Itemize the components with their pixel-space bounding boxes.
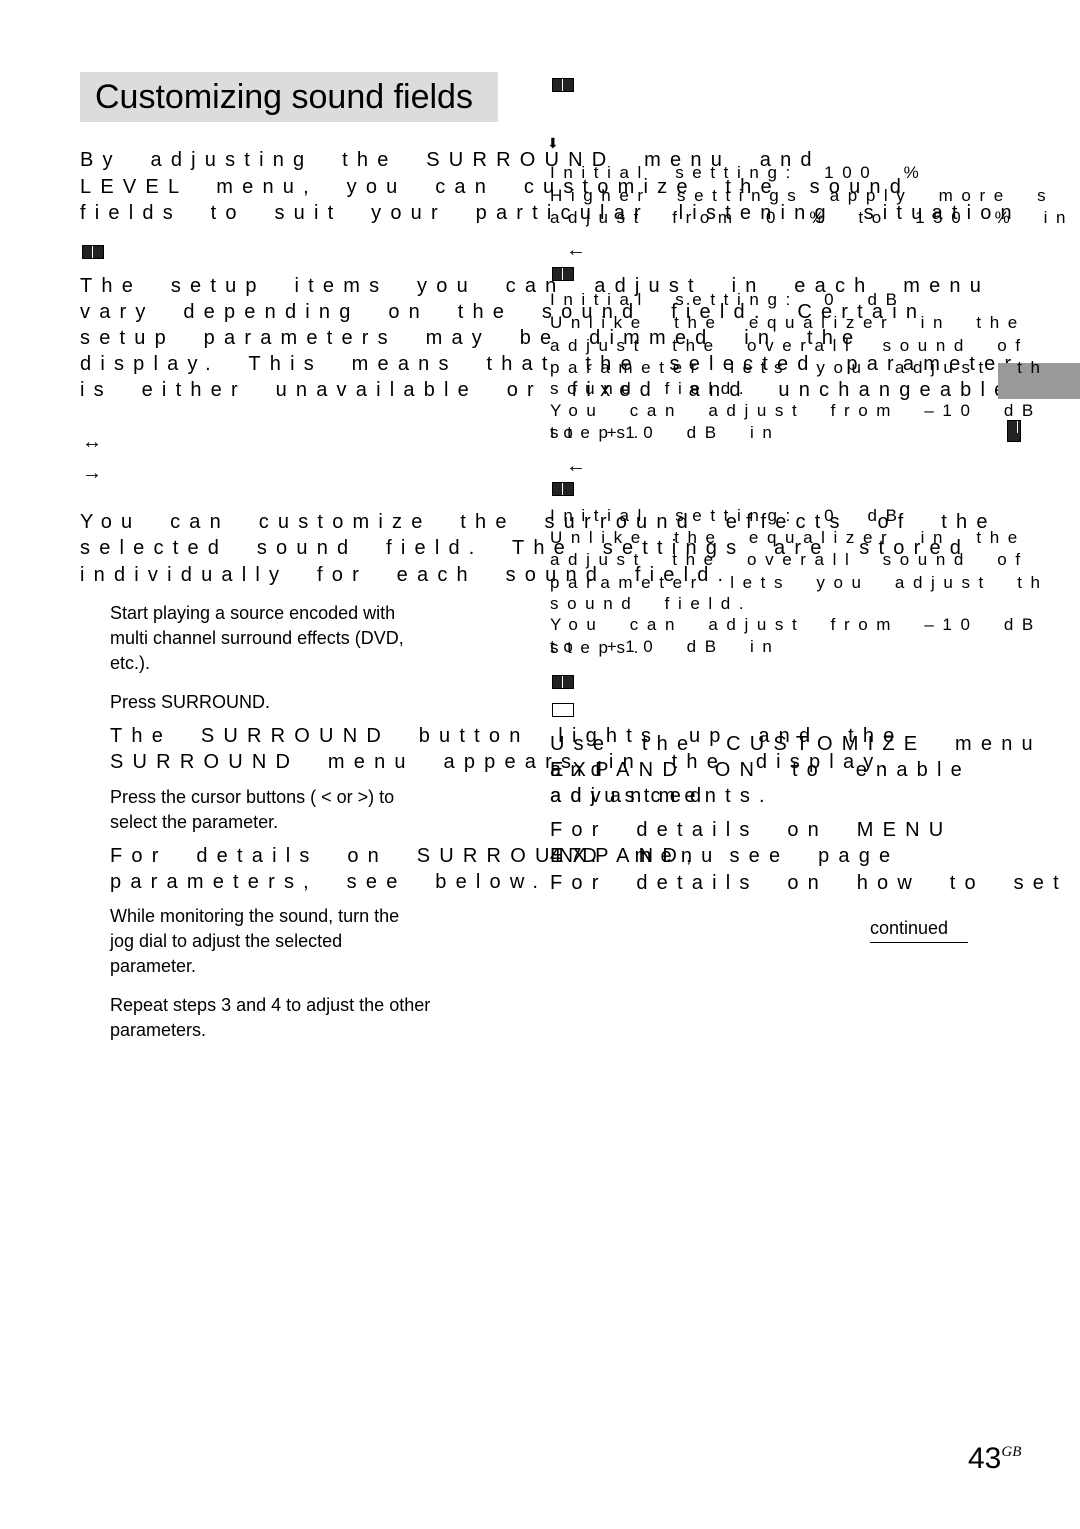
page-number: 43GB: [968, 1442, 1021, 1476]
tip-icon: [552, 703, 574, 717]
double-arrow-icon: ↔: [82, 431, 102, 453]
tip-line: adjustments.: [550, 785, 774, 807]
down-arrow-icon: ⬇: [547, 135, 559, 151]
step-2: Press SURROUND.: [110, 692, 271, 712]
param-line: adjust from 0 % to 150 % in: [550, 208, 1075, 227]
param-line: sound field.: [550, 379, 753, 398]
page-title: Customizing sound fields: [80, 72, 498, 122]
note-icon: [552, 482, 574, 496]
page-suffix: GB: [1001, 1444, 1022, 1460]
param-line: sound field.: [550, 594, 753, 613]
page-number-value: 43: [968, 1442, 1002, 1475]
step-5: Repeat steps 3 and 4 to adjust the other: [110, 995, 431, 1015]
continued-label: continued: [870, 918, 968, 943]
step-1: Start playing a source encoded with: [110, 603, 396, 623]
param-line: Unlike the equalizer in the: [550, 313, 1026, 332]
tip-line: For details on how to set: [550, 872, 1068, 894]
param-line: Higher settings apply more s: [550, 186, 1055, 205]
step-1: etc.).: [110, 653, 151, 673]
param-line: steps.: [550, 638, 647, 657]
step-5: parameters.: [110, 1020, 207, 1040]
param-line: adjust the overall sound of: [550, 550, 1029, 569]
note-icon: [552, 267, 574, 281]
step-4: While monitoring the sound, turn the: [110, 906, 400, 926]
param-line: steps.: [550, 423, 647, 442]
step-1: multi channel surround effects (DVD,: [110, 628, 404, 648]
step-3: select the parameter.: [110, 812, 279, 832]
left-arrow-icon: ←: [566, 239, 586, 261]
note-icon: [552, 78, 574, 92]
param-line: Initial setting: 0 dB: [550, 290, 906, 309]
tip-line: 47.: [550, 845, 606, 867]
param-line: Initial setting: 0 dB: [550, 506, 906, 525]
param-line: Initial setting: 100 %: [550, 163, 928, 182]
step-4: parameter.: [110, 956, 197, 976]
param-line: parameter lets you adjust th: [550, 358, 1049, 377]
left-arrow-icon: ←: [566, 455, 586, 477]
param-line: adjust the overall sound of: [550, 336, 1029, 355]
right-arrow-icon: →: [82, 462, 102, 484]
small-icon: [1007, 420, 1021, 442]
param-line: Unlike the equalizer in the: [550, 528, 1026, 547]
step-3: Press the cursor buttons ( < or >) to: [110, 787, 395, 807]
param-line: parameter lets you adjust th: [550, 573, 1049, 592]
note-icon: [82, 245, 104, 259]
note-icon: [552, 675, 574, 689]
step-4: jog dial to adjust the selected: [110, 931, 343, 951]
